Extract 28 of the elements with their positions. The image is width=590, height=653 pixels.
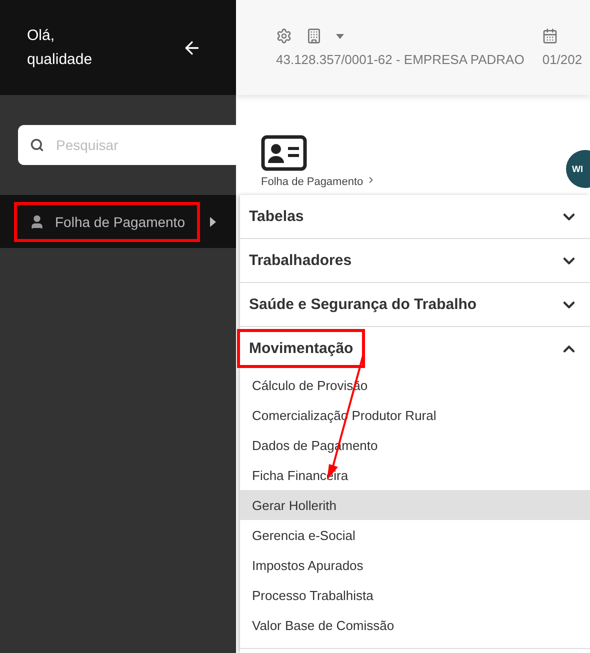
section-label: Saúde e Segurança do Trabalho: [248, 295, 478, 315]
breadcrumb-link[interactable]: Folha de Pagamento: [261, 175, 376, 188]
company-name: 43.128.357/0001-62 - EMPRESA PADRAO: [276, 52, 524, 67]
person-icon: [29, 214, 45, 230]
id-card-icon: [261, 135, 307, 171]
section-label: Trabalhadores: [248, 251, 353, 271]
menu-item[interactable]: Impostos Apurados: [240, 550, 590, 580]
menu-item[interactable]: Valor Base de Comissão: [240, 610, 590, 640]
settings-icon[interactable]: [276, 28, 292, 44]
period-text: 01/202: [542, 52, 582, 67]
user-name: qualidade: [27, 50, 92, 70]
menu-section-header[interactable]: Tabelas: [240, 195, 590, 238]
greeting: Olá,: [27, 26, 56, 46]
menu-section-header[interactable]: Movimentação: [240, 327, 590, 370]
logo-badge: WI: [566, 150, 590, 188]
section-label: Movimentação: [237, 329, 366, 368]
search-icon: [30, 138, 44, 152]
menu-item[interactable]: Gerencia e-Social: [240, 520, 590, 550]
menu-item[interactable]: Processo Trabalhista: [240, 580, 590, 610]
menu-section-header[interactable]: Trabalhadores: [240, 239, 590, 282]
caret-icon[interactable]: [336, 34, 344, 38]
sidebar-item[interactable]: Folha de Pagamento: [14, 202, 200, 242]
calendar-icon[interactable]: [542, 28, 558, 44]
menu-section-header[interactable]: Saúde e Segurança do Trabalho: [240, 283, 590, 326]
menu-item[interactable]: Gerar Hollerith: [240, 490, 590, 520]
building-icon[interactable]: [306, 28, 322, 44]
caret-icon: [210, 216, 216, 226]
section-label: Tabelas: [248, 207, 305, 227]
